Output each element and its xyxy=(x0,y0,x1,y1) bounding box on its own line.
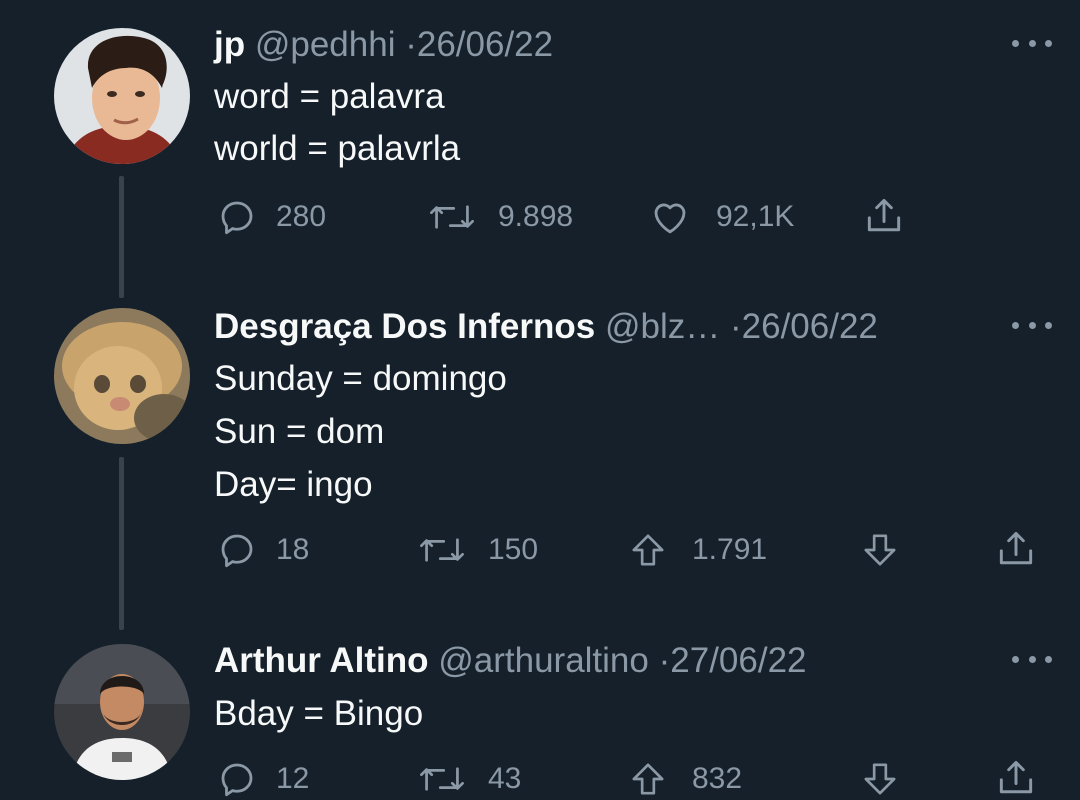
retweet-count: 9.898 xyxy=(498,200,574,233)
tweet-text-line: world = palavrla xyxy=(214,129,461,168)
reply-button[interactable]: 12 xyxy=(216,758,309,800)
reply-count: 18 xyxy=(276,533,310,566)
tweet-date[interactable]: 26/06/22 xyxy=(742,307,878,346)
retweet-button[interactable]: 150 xyxy=(418,529,538,571)
share-icon xyxy=(999,531,1033,565)
tweet-text-line: Sun = dom xyxy=(214,412,385,451)
tweet-text-line: Day= ingo xyxy=(214,465,373,504)
thread-line xyxy=(119,176,124,298)
reply-count: 12 xyxy=(276,762,310,795)
arrow-down-icon xyxy=(864,534,896,566)
tweet-header: Arthur Altino @arthuraltino ·27/06/22 xyxy=(214,640,807,682)
upvote-button[interactable]: 1.791 xyxy=(628,529,767,571)
share-button[interactable] xyxy=(862,194,906,238)
retweet-icon xyxy=(430,205,474,229)
heart-icon xyxy=(654,203,686,234)
reply-icon xyxy=(221,534,253,568)
reply-button[interactable]: 280 xyxy=(216,196,326,238)
tweet[interactable]: Desgraça Dos Infernos @blz… ·26/06/22 Su… xyxy=(0,300,1080,630)
tweet-date[interactable]: 27/06/22 xyxy=(670,641,806,680)
upvote-count: 832 xyxy=(692,762,743,795)
avatar[interactable] xyxy=(54,308,190,444)
tweet[interactable]: Arthur Altino @arthuraltino ·27/06/22 Bd… xyxy=(0,630,1080,797)
thread-line xyxy=(119,457,124,630)
separator: · xyxy=(658,641,671,680)
author-name[interactable]: jp xyxy=(214,25,245,64)
tweet-header: jp @pedhhi ·26/06/22 xyxy=(214,24,553,66)
arrow-up-icon xyxy=(632,534,664,566)
more-icon[interactable] xyxy=(1012,33,1052,53)
avatar[interactable] xyxy=(54,644,190,780)
reply-count: 280 xyxy=(276,200,327,233)
author-handle[interactable]: @pedhhi xyxy=(255,25,396,64)
reply-button[interactable]: 18 xyxy=(216,529,309,571)
tweet[interactable]: jp @pedhhi ·26/06/22 word = palavra worl… xyxy=(0,0,1080,300)
share-icon xyxy=(867,198,901,232)
more-icon[interactable] xyxy=(1012,315,1052,335)
separator: · xyxy=(405,25,417,64)
downvote-button[interactable] xyxy=(860,758,900,800)
retweet-count: 150 xyxy=(488,533,539,566)
like-count: 92,1K xyxy=(716,200,795,233)
arrow-down-icon xyxy=(864,763,896,795)
avatar[interactable] xyxy=(54,28,190,164)
tweet-header: Desgraça Dos Infernos @blz… ·26/06/22 xyxy=(214,306,878,348)
retweet-icon xyxy=(420,767,464,791)
arrow-up-icon xyxy=(632,763,664,795)
like-button[interactable]: 92,1K xyxy=(648,196,794,238)
author-name[interactable]: Arthur Altino xyxy=(214,641,429,680)
separator: · xyxy=(730,307,742,346)
author-handle[interactable]: @blz… xyxy=(605,307,720,346)
retweet-button[interactable]: 43 xyxy=(418,758,521,800)
downvote-button[interactable] xyxy=(860,529,900,571)
tweet-text-line: Sunday = domingo xyxy=(214,359,507,398)
tweet-date[interactable]: 26/06/22 xyxy=(417,25,553,64)
tweet-text-line: Bday = Bingo xyxy=(214,694,424,733)
upvote-count: 1.791 xyxy=(692,533,768,566)
author-name[interactable]: Desgraça Dos Infernos xyxy=(214,307,595,346)
author-handle[interactable]: @arthuraltino xyxy=(438,641,649,680)
reply-icon xyxy=(221,201,253,235)
retweet-button[interactable]: 9.898 xyxy=(428,196,573,238)
retweet-icon xyxy=(420,538,464,562)
share-button[interactable] xyxy=(994,756,1038,800)
share-button[interactable] xyxy=(994,527,1038,571)
more-icon[interactable] xyxy=(1012,649,1052,669)
share-icon xyxy=(999,760,1033,794)
tweet-text-line: word = palavra xyxy=(214,77,445,116)
retweet-count: 43 xyxy=(488,762,522,795)
reply-icon xyxy=(221,763,253,797)
upvote-button[interactable]: 832 xyxy=(628,758,742,800)
